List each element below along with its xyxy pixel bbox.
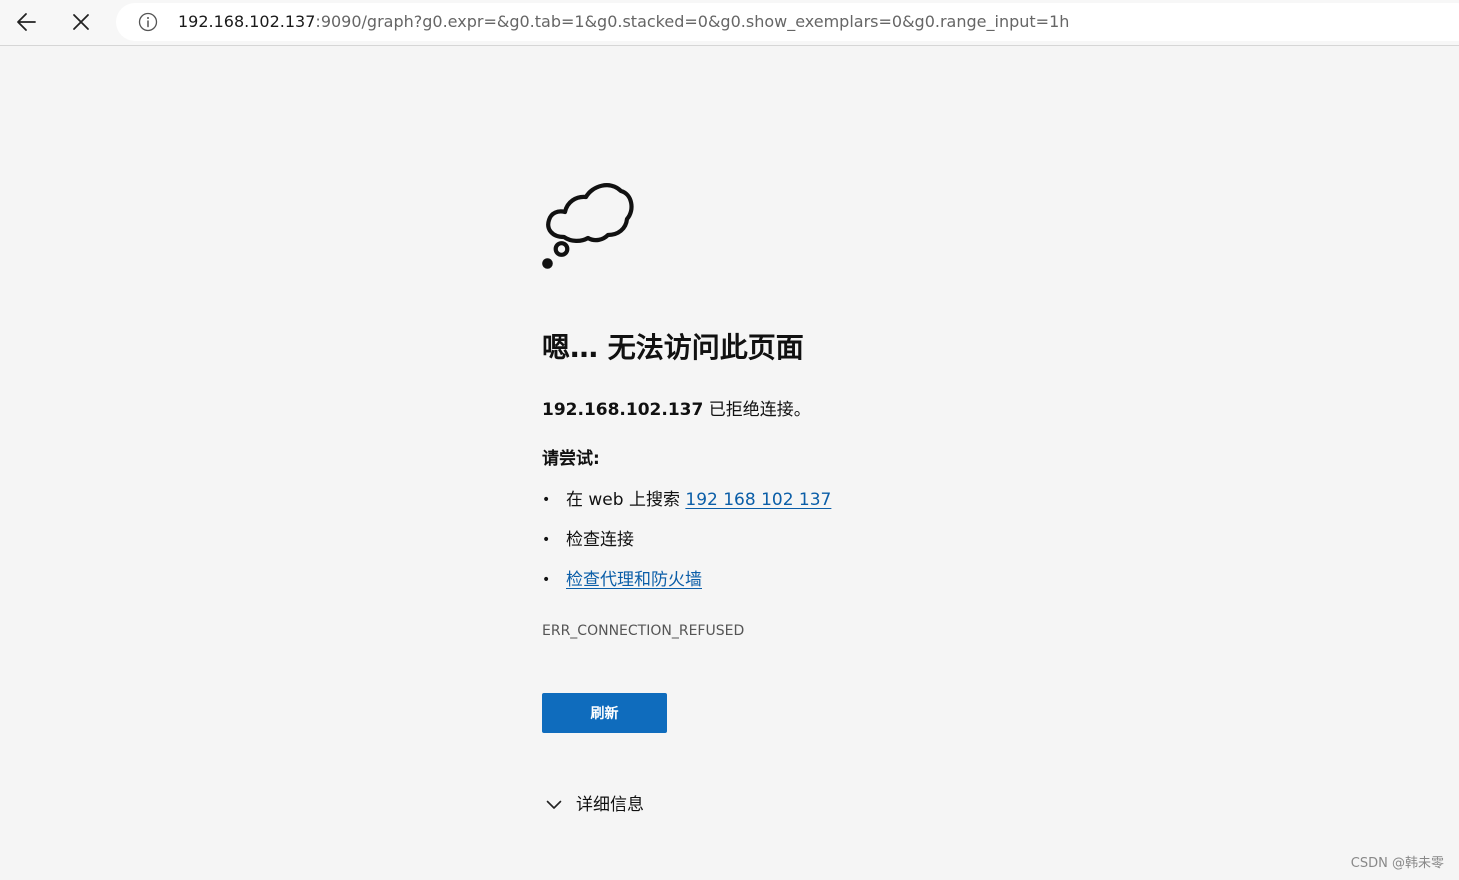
stop-loading-button[interactable]: [63, 5, 99, 39]
refresh-button[interactable]: 刷新: [542, 693, 667, 733]
thought-cloud-icon: [542, 183, 634, 269]
url-path: :9090/graph?g0.expr=&g0.tab=1&g0.stacked…: [315, 12, 1070, 31]
suggestion-text: 在 web 上搜索: [566, 490, 686, 510]
watermark: CSDN @韩未零: [1350, 856, 1444, 871]
page-title: 嗯… 无法访问此页面: [542, 331, 804, 364]
check-proxy-firewall-link[interactable]: 检查代理和防火墙: [566, 568, 702, 592]
suggestion-text: 检查连接: [566, 530, 634, 550]
arrow-left-icon: [17, 13, 36, 31]
error-code: ERR_CONNECTION_REFUSED: [542, 623, 745, 639]
error-message: 192.168.102.137 已拒绝连接。: [542, 398, 811, 422]
details-label: 详细信息: [576, 795, 644, 815]
details-toggle[interactable]: 详细信息: [546, 792, 644, 818]
url-text[interactable]: 192.168.102.137:9090/graph?g0.expr=&g0.t…: [178, 12, 1069, 32]
bullet: •: [542, 572, 551, 588]
info-icon[interactable]: [138, 12, 158, 32]
back-button[interactable]: [8, 5, 44, 39]
url-host: 192.168.102.137: [178, 12, 316, 31]
close-icon: [73, 14, 89, 30]
bullet: •: [542, 532, 551, 548]
error-message-text: 已拒绝连接。: [703, 400, 811, 420]
address-bar[interactable]: 192.168.102.137:9090/graph?g0.expr=&g0.t…: [116, 3, 1459, 41]
bullet: •: [542, 492, 551, 508]
try-label: 请尝试:: [542, 449, 600, 469]
browser-toolbar: 192.168.102.137:9090/graph?g0.expr=&g0.t…: [0, 0, 1459, 46]
chevron-down-icon: [546, 800, 562, 809]
error-host: 192.168.102.137: [542, 400, 704, 420]
search-web-link[interactable]: 192 168 102 137: [685, 490, 831, 510]
